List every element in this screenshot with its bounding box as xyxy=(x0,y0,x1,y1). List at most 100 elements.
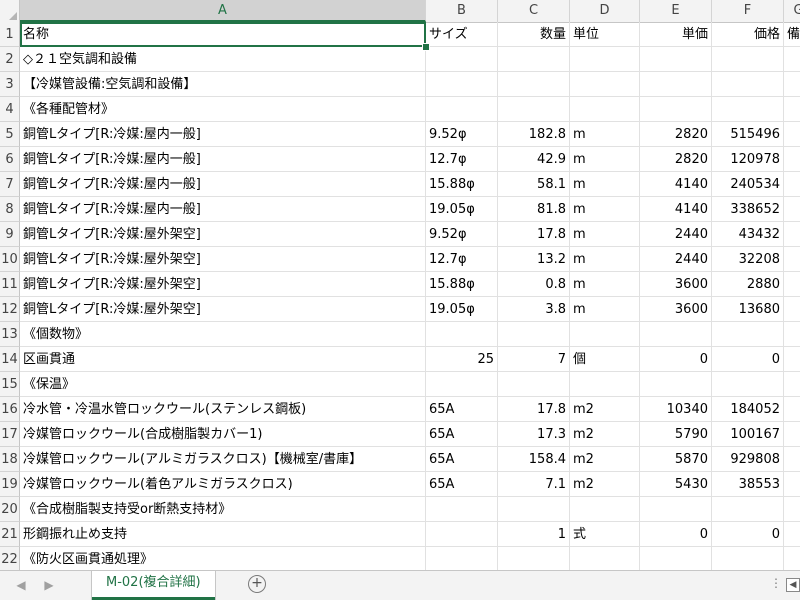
cell-c[interactable]: 1 xyxy=(498,522,570,547)
cell-e[interactable] xyxy=(640,497,712,522)
cell-d[interactable]: 個 xyxy=(570,347,640,372)
cell-a[interactable]: 《保温》 xyxy=(20,372,426,397)
row-header[interactable]: 10 xyxy=(0,247,20,272)
row-header[interactable]: 6 xyxy=(0,147,20,172)
cell-c[interactable]: 58.1 xyxy=(498,172,570,197)
cell-g[interactable] xyxy=(784,422,800,447)
cell-c[interactable] xyxy=(498,47,570,72)
cell-f[interactable] xyxy=(712,322,784,347)
cell-g[interactable] xyxy=(784,397,800,422)
cell-a[interactable]: 銅管Lタイプ[R:冷媒:屋内一般] xyxy=(20,197,426,222)
cell-c[interactable]: 42.9 xyxy=(498,147,570,172)
cell-e[interactable]: 2440 xyxy=(640,222,712,247)
cell-e[interactable] xyxy=(640,322,712,347)
cell-f[interactable]: 184052 xyxy=(712,397,784,422)
cell-c[interactable] xyxy=(498,322,570,347)
cell-g[interactable] xyxy=(784,447,800,472)
cell-d[interactable]: m xyxy=(570,122,640,147)
cell-f[interactable]: 100167 xyxy=(712,422,784,447)
row-header[interactable]: 4 xyxy=(0,97,20,122)
cell-g[interactable] xyxy=(784,147,800,172)
cell-g[interactable] xyxy=(784,47,800,72)
cell-a[interactable]: 名称 xyxy=(20,22,426,47)
cell-g[interactable] xyxy=(784,247,800,272)
cell-b[interactable] xyxy=(426,72,498,97)
cell-c[interactable]: 7 xyxy=(498,347,570,372)
row-header[interactable]: 9 xyxy=(0,222,20,247)
cell-g[interactable]: 備 xyxy=(784,22,800,47)
cell-c[interactable]: 数量 xyxy=(498,22,570,47)
cell-a[interactable]: 銅管Lタイプ[R:冷媒:屋内一般] xyxy=(20,147,426,172)
row-header[interactable]: 18 xyxy=(0,447,20,472)
cell-a[interactable]: 冷媒管ロックウール(着色アルミガラスクロス) xyxy=(20,472,426,497)
cell-d[interactable] xyxy=(570,72,640,97)
column-header-a[interactable]: A xyxy=(20,0,426,22)
cell-f[interactable]: 43432 xyxy=(712,222,784,247)
cell-g[interactable] xyxy=(784,72,800,97)
cell-e[interactable]: 4140 xyxy=(640,197,712,222)
column-header-d[interactable]: D xyxy=(570,0,640,22)
cell-g[interactable] xyxy=(784,172,800,197)
next-sheet-icon[interactable]: ▶ xyxy=(40,576,58,594)
cell-c[interactable]: 0.8 xyxy=(498,272,570,297)
cell-c[interactable]: 3.8 xyxy=(498,297,570,322)
cell-c[interactable] xyxy=(498,97,570,122)
cell-b[interactable]: 9.52φ xyxy=(426,122,498,147)
cell-c[interactable] xyxy=(498,372,570,397)
cell-f[interactable]: 価格 xyxy=(712,22,784,47)
cell-d[interactable]: m xyxy=(570,272,640,297)
cell-d[interactable] xyxy=(570,97,640,122)
cell-a[interactable]: 銅管Lタイプ[R:冷媒:屋外架空] xyxy=(20,247,426,272)
cell-d[interactable]: m xyxy=(570,297,640,322)
cell-c[interactable] xyxy=(498,547,570,570)
row-header[interactable]: 13 xyxy=(0,322,20,347)
cell-b[interactable] xyxy=(426,372,498,397)
cell-a[interactable]: 銅管Lタイプ[R:冷媒:屋外架空] xyxy=(20,297,426,322)
cell-f[interactable] xyxy=(712,372,784,397)
cell-e[interactable] xyxy=(640,97,712,122)
cell-b[interactable] xyxy=(426,547,498,570)
row-header[interactable]: 20 xyxy=(0,497,20,522)
cell-e[interactable]: 5430 xyxy=(640,472,712,497)
column-header-e[interactable]: E xyxy=(640,0,712,22)
cell-g[interactable] xyxy=(784,197,800,222)
row-header[interactable]: 3 xyxy=(0,72,20,97)
cell-a[interactable]: 冷媒管ロックウール(合成樹脂製カバー1) xyxy=(20,422,426,447)
cell-d[interactable]: m xyxy=(570,197,640,222)
cell-g[interactable] xyxy=(784,547,800,570)
cell-e[interactable]: 3600 xyxy=(640,272,712,297)
cell-b[interactable] xyxy=(426,47,498,72)
cell-e[interactable]: 0 xyxy=(640,522,712,547)
cell-g[interactable] xyxy=(784,122,800,147)
cell-f[interactable]: 2880 xyxy=(712,272,784,297)
cell-d[interactable]: m xyxy=(570,247,640,272)
cell-a[interactable]: 銅管Lタイプ[R:冷媒:屋外架空] xyxy=(20,222,426,247)
cell-f[interactable]: 32208 xyxy=(712,247,784,272)
cell-d[interactable]: m xyxy=(570,147,640,172)
cell-a[interactable]: 【冷媒管設備:空気調和設備】 xyxy=(20,72,426,97)
cell-f[interactable] xyxy=(712,547,784,570)
cell-d[interactable] xyxy=(570,322,640,347)
cell-a[interactable]: 冷媒管ロックウール(アルミガラスクロス)【機械室/書庫】 xyxy=(20,447,426,472)
column-header-f[interactable]: F xyxy=(712,0,784,22)
cell-e[interactable] xyxy=(640,547,712,570)
cell-d[interactable]: m xyxy=(570,172,640,197)
cell-g[interactable] xyxy=(784,272,800,297)
column-header-c[interactable]: C xyxy=(498,0,570,22)
add-sheet-icon[interactable]: + xyxy=(248,575,266,593)
cell-e[interactable]: 5790 xyxy=(640,422,712,447)
cell-d[interactable]: m2 xyxy=(570,422,640,447)
cell-f[interactable]: 120978 xyxy=(712,147,784,172)
cell-g[interactable] xyxy=(784,522,800,547)
cell-c[interactable]: 81.8 xyxy=(498,197,570,222)
row-header[interactable]: 7 xyxy=(0,172,20,197)
cell-e[interactable]: 2820 xyxy=(640,122,712,147)
cell-g[interactable] xyxy=(784,472,800,497)
cell-b[interactable]: サイズ xyxy=(426,22,498,47)
cell-g[interactable] xyxy=(784,372,800,397)
row-header[interactable]: 2 xyxy=(0,47,20,72)
more-options-icon[interactable]: ⋮ xyxy=(770,576,782,590)
cell-c[interactable]: 17.8 xyxy=(498,222,570,247)
select-all-button[interactable] xyxy=(0,0,20,22)
cell-d[interactable] xyxy=(570,547,640,570)
